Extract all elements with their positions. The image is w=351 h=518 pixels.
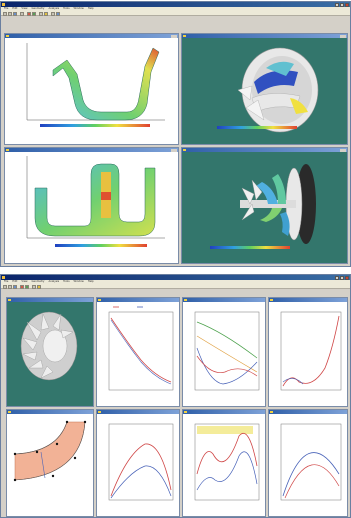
impeller-3d-icon (237, 47, 319, 133)
color-scale-bar (40, 124, 150, 127)
plot-frame (194, 311, 260, 391)
meridional-plot (13, 420, 87, 482)
app-window-performance: File Edit View Geometry Analysis Tools W… (0, 274, 351, 518)
impeller-3d-icon (20, 311, 78, 381)
new-file-icon[interactable] (3, 284, 7, 289)
open-folder-icon[interactable] (8, 11, 12, 16)
color-scale-bar (55, 244, 147, 247)
pane-plot-4[interactable] (96, 409, 180, 517)
line-plot-3 (280, 311, 342, 391)
series-line-red (110, 317, 172, 383)
meridional-passage (14, 421, 86, 481)
series-line-red (282, 315, 340, 387)
color-scale-bar (217, 126, 297, 129)
pane-plot-5[interactable] (182, 409, 266, 517)
zoom-icon[interactable] (39, 11, 43, 16)
contour-plot-1 (26, 43, 165, 127)
pane-icon (184, 410, 187, 414)
stop-icon[interactable] (20, 284, 24, 289)
app-icon (2, 276, 5, 279)
save-icon[interactable] (13, 11, 17, 16)
impeller-3d-view (217, 47, 319, 133)
series-line-blue (196, 451, 258, 491)
light-icon[interactable] (44, 11, 48, 16)
color-scale-bar (210, 246, 290, 249)
pane-plot-6[interactable] (268, 409, 348, 517)
close-icon[interactable] (345, 2, 349, 7)
turbine-3d-icon (240, 164, 316, 244)
pane-contour-bottom[interactable] (4, 147, 179, 264)
toolbar (1, 284, 350, 289)
line-plot-2 (194, 311, 260, 391)
contour-channel (34, 163, 156, 237)
new-file-icon[interactable] (3, 11, 7, 16)
contour-plot-2 (26, 156, 165, 247)
zoom-icon[interactable] (32, 284, 36, 289)
pane-icon (8, 298, 11, 302)
stop-icon[interactable] (27, 11, 31, 16)
plot-frame (194, 423, 260, 501)
series-line-red (196, 432, 258, 475)
series-line-red (284, 464, 340, 499)
pane-icon (6, 34, 9, 38)
pane-meridional[interactable] (6, 409, 94, 517)
line-plot-5 (194, 423, 260, 501)
pane-plot-1[interactable] (96, 297, 180, 407)
run-icon[interactable] (25, 284, 29, 289)
pane-3d-bottom[interactable] (181, 147, 348, 264)
window-controls (335, 2, 349, 7)
rotate-icon[interactable] (51, 11, 55, 16)
window-controls (335, 275, 349, 280)
line-plot-4 (108, 423, 174, 501)
view-icon[interactable] (56, 11, 60, 16)
series-line-blue (110, 319, 172, 385)
minimize-icon[interactable] (335, 2, 339, 7)
pane-plot-2[interactable] (182, 297, 266, 407)
toolbar (1, 11, 350, 16)
contour-channel (52, 47, 160, 121)
close-icon[interactable] (345, 275, 349, 280)
pane-icon (6, 148, 9, 152)
pane-icon (98, 410, 101, 414)
pane-icon (184, 298, 187, 302)
save-icon[interactable] (13, 284, 17, 289)
pane-3d-impeller[interactable] (6, 297, 94, 407)
series-line-red (110, 443, 172, 497)
pane-plot-3[interactable] (268, 297, 348, 407)
light-icon[interactable] (37, 284, 41, 289)
app-icon (2, 3, 5, 6)
pane-icon (270, 410, 273, 414)
open-folder-icon[interactable] (8, 284, 12, 289)
pane-contour-top[interactable] (4, 33, 179, 145)
print-icon[interactable] (20, 11, 24, 16)
minimize-icon[interactable] (335, 275, 339, 280)
run-icon[interactable] (32, 11, 36, 16)
series-line-blue (110, 465, 172, 499)
line-plot-1 (108, 306, 174, 391)
turbine-3d-view (210, 164, 316, 249)
maximize-icon[interactable] (340, 2, 344, 7)
highlight-band (197, 426, 253, 434)
pane-icon (8, 410, 11, 414)
pane-icon (183, 148, 186, 152)
series-line-green (196, 321, 258, 359)
series-line-red (196, 355, 258, 377)
pane-3d-top[interactable] (181, 33, 348, 145)
impeller-render (20, 311, 78, 381)
maximize-icon[interactable] (340, 275, 344, 280)
pane-icon (183, 34, 186, 38)
app-window-flow-analysis: File Edit View Geometry Analysis Tools W… (0, 1, 351, 267)
pane-icon (98, 298, 101, 302)
plot-frame (280, 423, 342, 501)
line-plot-6 (280, 423, 342, 501)
pane-icon (270, 298, 273, 302)
